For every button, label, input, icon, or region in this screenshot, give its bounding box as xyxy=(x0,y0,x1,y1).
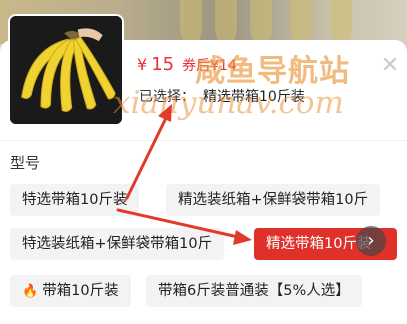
selected-label: 已选择： xyxy=(139,89,195,105)
product-thumbnail[interactable] xyxy=(8,14,124,126)
selected-value: 精选带箱10斤装 xyxy=(203,89,305,105)
spec-option-5[interactable]: 🔥 带箱10斤装 xyxy=(10,275,131,307)
fire-icon: 🔥 xyxy=(22,284,39,299)
divider xyxy=(0,140,407,141)
price-row: ¥ 15 券后¥14 xyxy=(137,54,237,80)
spec-option-label: 带箱10斤装 xyxy=(42,283,119,299)
price-value: 15 xyxy=(151,54,175,75)
price-after-coupon: 券后¥14 xyxy=(182,58,237,74)
chevron-right-icon[interactable]: › xyxy=(356,226,386,256)
spec-option-label: 特选带箱10斤装 xyxy=(22,192,128,208)
selected-row: 已选择： 精选带箱10斤装 xyxy=(139,86,305,106)
price-currency: ¥ xyxy=(137,55,148,74)
spec-option-6[interactable]: 带箱6斤装普通装【5%人选】 xyxy=(146,275,362,307)
banana-image xyxy=(10,16,122,124)
spec-option-label: 精选装纸箱+保鲜袋带箱10斤 xyxy=(178,192,369,208)
spec-option-2[interactable]: 精选装纸箱+保鲜袋带箱10斤 xyxy=(166,184,381,216)
spec-title: 型号 xyxy=(10,154,41,172)
spec-option-label: 特选装纸箱+保鲜袋带箱10斤 xyxy=(22,236,213,252)
spec-option-1[interactable]: 特选带箱10斤装 xyxy=(10,184,140,216)
spec-option-3[interactable]: 特选装纸箱+保鲜袋带箱10斤 xyxy=(10,228,225,260)
spec-option-label: 带箱6斤装普通装【5%人选】 xyxy=(158,283,350,299)
close-icon[interactable]: ✕ xyxy=(378,54,402,78)
